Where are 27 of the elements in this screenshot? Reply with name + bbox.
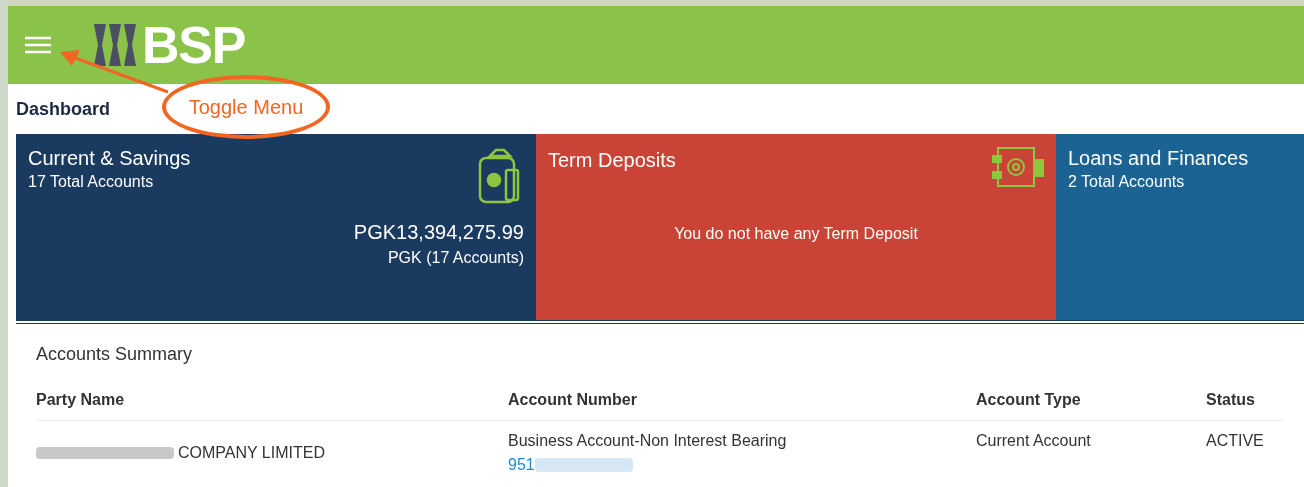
card-title: Current & Savings: [28, 146, 191, 170]
safe-icon: [992, 146, 1044, 190]
summary-card[interactable]: Current & Savings 17 Total Accounts PGK13,394,275.99 PGK (17 Accounts): [16, 134, 536, 320]
card-title: Term Deposits: [548, 148, 676, 173]
card-title: Loans and Finances: [1068, 146, 1250, 170]
column-header: Status: [1206, 390, 1256, 410]
empty-message: You do not have any Term Deposit: [674, 224, 918, 244]
balance-note: PGK (17 Accounts): [387, 248, 524, 268]
table-cell-text: Current Account: [976, 431, 1092, 451]
column-header: Account Type: [976, 390, 1082, 410]
summary-card[interactable]: Term Deposits You do not have any Term Deposit: [536, 134, 1056, 320]
column-header: Account Number: [508, 390, 638, 410]
table-cell-text: COMPANY LIMITED: [178, 443, 325, 463]
logo-emblem-icon: [92, 22, 138, 68]
column-header: Party Name: [36, 390, 126, 410]
logo-text: BSP: [142, 19, 246, 71]
card-subtitle: 2 Total Accounts: [1068, 172, 1186, 192]
page-title: Dashboard: [16, 98, 111, 121]
table-cell-text: ACTIVE: [1206, 431, 1265, 451]
account-link[interactable]: 951: [508, 453, 535, 477]
table-cell-text: Business Account-Non Interest Bearing: [508, 431, 788, 451]
balance-amount: PGK13,394,275.99: [353, 220, 524, 245]
annotation-label: Toggle Menu: [188, 95, 304, 120]
card-subtitle: 17 Total Accounts: [28, 172, 155, 192]
menu-icon[interactable]: [24, 35, 52, 55]
section-title: Accounts Summary: [36, 343, 194, 366]
summary-card[interactable]: Loans and Finances 2 Total Accounts: [1056, 134, 1304, 320]
